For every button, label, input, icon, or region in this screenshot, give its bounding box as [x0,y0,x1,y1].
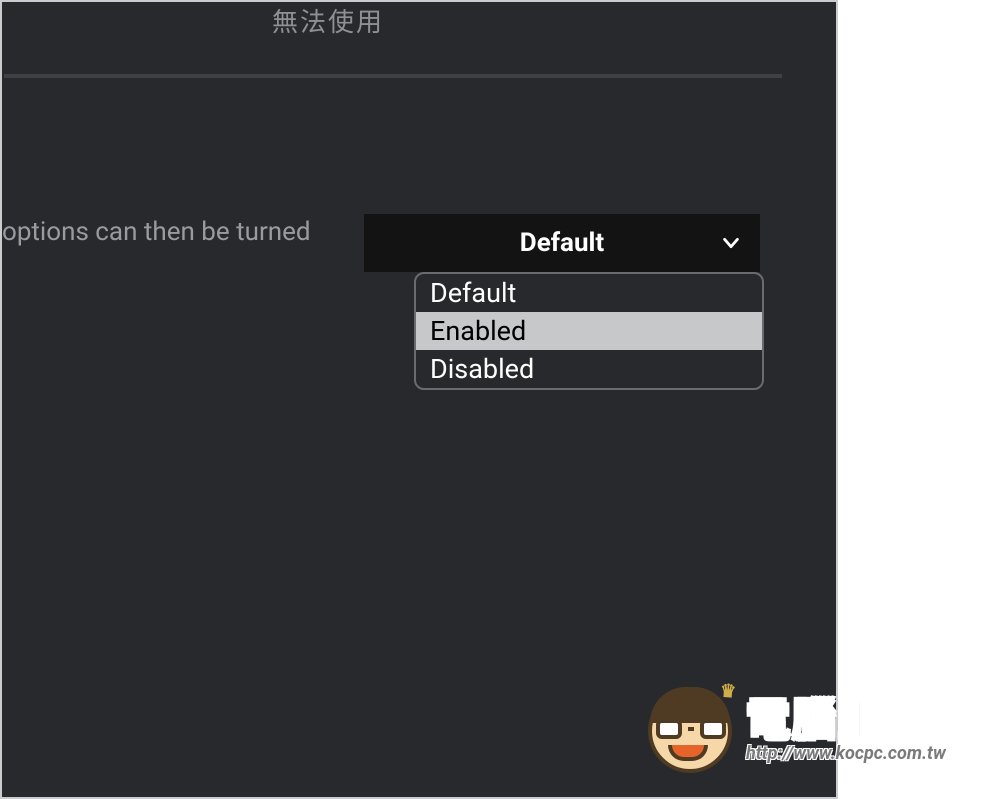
option-disabled[interactable]: Disabled [416,350,762,388]
option-description-fragment: options can then be turned [2,217,311,247]
option-select-dropdown: Default Enabled Disabled [414,272,764,390]
option-select: Default Default Enabled Disabled [364,214,760,390]
page-right-margin [840,2,1000,797]
watermark-title: 電腦王阿達 [746,699,976,743]
watermark-url: http://www.kocpc.com.tw [746,745,976,763]
watermark-mascot-icon: ♛ [642,683,738,779]
option-select-button[interactable]: Default [364,214,760,272]
source-watermark: ♛ 電腦王阿達 http://www.kocpc.com.tw [642,681,976,781]
section-divider [4,74,782,78]
status-unavailable-label: 無法使用 [272,2,384,39]
option-enabled[interactable]: Enabled [416,312,762,350]
option-select-value: Default [520,228,604,258]
chevron-down-icon [720,232,742,254]
option-default[interactable]: Default [416,274,762,312]
settings-panel: 無法使用 options can then be turned Default … [0,0,838,799]
